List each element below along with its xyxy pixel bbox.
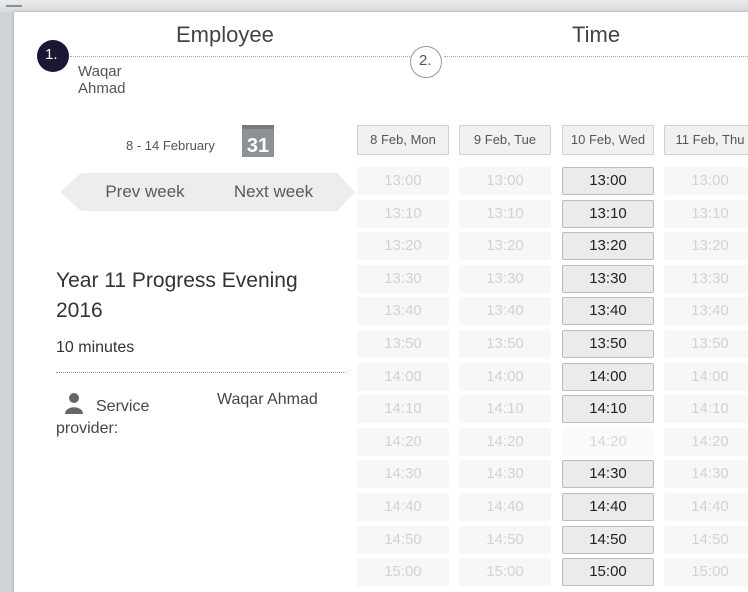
- time-slot: 14:10: [357, 395, 449, 424]
- time-slot[interactable]: 14:00: [562, 362, 654, 391]
- time-slot: 14:40: [357, 493, 449, 521]
- time-slot: 14:20: [357, 427, 449, 456]
- time-slot: 13:00: [664, 167, 748, 195]
- time-slot: 13:30: [459, 264, 551, 293]
- time-slot: 13:50: [357, 330, 449, 358]
- time-slot: 13:30: [664, 264, 748, 293]
- day-header: 10 Feb, Wed: [562, 125, 654, 155]
- time-slot[interactable]: 14:10: [562, 395, 654, 424]
- time-slot: 14:00: [664, 362, 748, 391]
- minimize-mark: [6, 5, 22, 7]
- time-slot: 14:30: [664, 460, 748, 489]
- time-slot: 13:10: [459, 199, 551, 228]
- day-header: 8 Feb, Mon: [357, 125, 449, 155]
- time-slot: 13:40: [459, 297, 551, 326]
- time-slot: 13:40: [664, 297, 748, 326]
- time-slot: 13:50: [664, 330, 748, 358]
- time-slot[interactable]: 14:40: [562, 493, 654, 521]
- next-week-button[interactable]: Next week: [208, 173, 355, 211]
- time-slot: 13:40: [357, 297, 449, 326]
- time-slot[interactable]: 13:20: [562, 232, 654, 261]
- time-slot[interactable]: 15:00: [562, 558, 654, 587]
- time-slot: 14:50: [664, 525, 748, 554]
- time-slot: 13:00: [459, 167, 551, 195]
- prev-week-button[interactable]: Prev week: [60, 173, 210, 211]
- week-range: 8 - 14 February: [126, 138, 215, 153]
- time-slot: 13:20: [664, 232, 748, 261]
- time-slot: 13:50: [459, 330, 551, 358]
- step-number-badge: 2.: [410, 46, 442, 78]
- step-connector: [444, 56, 748, 57]
- step-connector: [70, 56, 410, 57]
- time-slot: 13:20: [459, 232, 551, 261]
- time-slot: 14:30: [459, 460, 551, 489]
- time-slot: 14:00: [459, 362, 551, 391]
- day-header: 9 Feb, Tue: [459, 125, 551, 155]
- time-slot: 14:40: [664, 493, 748, 521]
- time-slot: 14:30: [357, 460, 449, 489]
- service-provider-label: Service provider:: [56, 398, 150, 437]
- step-title: Employee: [176, 22, 274, 47]
- time-slot[interactable]: 13:50: [562, 330, 654, 358]
- time-slot: 15:00: [459, 558, 551, 587]
- time-slot: 14:20: [459, 427, 551, 456]
- day-header: 11 Feb, Thu: [664, 125, 748, 155]
- time-slot: 14:20: [664, 427, 748, 456]
- time-slot[interactable]: 14:50: [562, 525, 654, 554]
- time-slot[interactable]: 14:30: [562, 460, 654, 489]
- service-title: Year 11 Progress Evening 2016: [56, 269, 298, 322]
- time-slot: 13:20: [357, 232, 449, 261]
- time-slot: 13:00: [357, 167, 449, 195]
- time-slot: 13:10: [664, 199, 748, 228]
- time-slot: 15:00: [357, 558, 449, 587]
- time-slot[interactable]: 13:10: [562, 199, 654, 228]
- step-title: Time: [572, 22, 621, 47]
- time-slot: 15:00: [664, 558, 748, 587]
- time-slot: 14:50: [459, 525, 551, 554]
- time-slot: 14:00: [357, 362, 449, 391]
- service-provider-name: Waqar Ahmad: [217, 391, 318, 408]
- step-number-badge: 1.: [37, 40, 69, 72]
- time-slot[interactable]: 13:00: [562, 167, 654, 195]
- time-slot: 14:40: [459, 493, 551, 521]
- time-slot: 13:10: [357, 199, 449, 228]
- time-slot: 14:10: [459, 395, 551, 424]
- time-slot: 13:30: [357, 264, 449, 293]
- time-slot: 14:10: [664, 395, 748, 424]
- booking-panel: 1. Employee Waqar Ahmad 2. Time 8 - 14 F…: [14, 12, 748, 592]
- time-slot[interactable]: 13:40: [562, 297, 654, 326]
- calendar-icon[interactable]: 31: [242, 125, 274, 157]
- time-slot: 14:20: [562, 427, 654, 456]
- time-slot[interactable]: 13:30: [562, 264, 654, 293]
- time-slot: 14:50: [357, 525, 449, 554]
- selected-employee: Waqar Ahmad: [78, 63, 126, 97]
- divider: [56, 372, 346, 373]
- service-duration: 10 minutes: [56, 339, 135, 356]
- window-top-bar: [0, 0, 748, 12]
